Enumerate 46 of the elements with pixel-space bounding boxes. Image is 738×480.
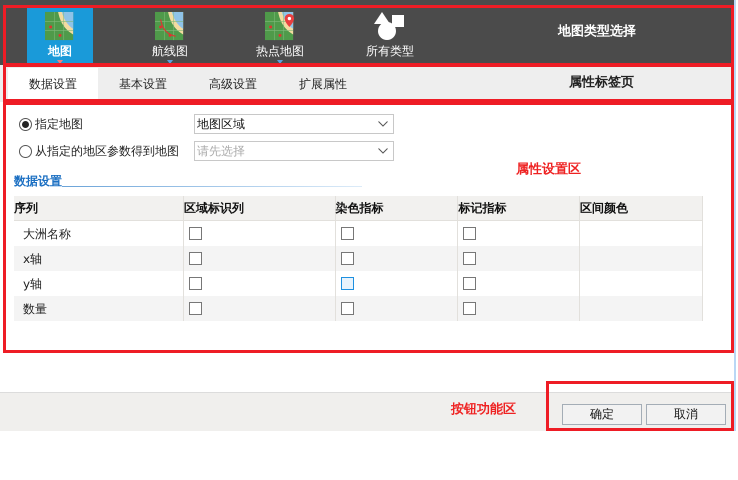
annotation-label: 地图类型选择 — [558, 23, 636, 41]
table-cell-text: y轴 — [23, 276, 42, 292]
table-cell-text: 数量 — [23, 300, 47, 318]
column-header: 区间颜色 — [579, 196, 702, 220]
radio-button[interactable] — [19, 118, 32, 130]
column-header: 染色指标 — [334, 196, 458, 220]
map-icon — [45, 11, 75, 41]
checkbox[interactable] — [340, 252, 354, 265]
annotation-label: 属性标签页 — [569, 74, 634, 92]
shapes-icon — [373, 11, 407, 41]
column-header: 区域标识列 — [182, 196, 335, 220]
annotation-label: 按钮功能区 — [451, 401, 516, 419]
chevron-down-icon — [378, 121, 388, 127]
chevron-down-icon — [378, 148, 388, 154]
checkbox[interactable] — [463, 302, 476, 315]
column-header: 序列 — [14, 200, 39, 217]
table-cell-text: 大洲名称 — [23, 226, 71, 242]
checkbox[interactable] — [463, 227, 476, 240]
tab[interactable]: 基本设置 — [98, 68, 188, 100]
checkbox[interactable] — [463, 252, 476, 265]
map-pin-icon — [265, 11, 295, 41]
checkbox[interactable] — [463, 277, 476, 290]
checkbox[interactable] — [188, 302, 202, 315]
checkbox[interactable] — [340, 302, 354, 315]
tab[interactable]: 高级设置 — [188, 68, 278, 100]
table-cell-text: x轴 — [23, 250, 42, 268]
checkbox[interactable] — [188, 277, 202, 290]
radio-button[interactable] — [19, 144, 32, 158]
checkbox[interactable] — [188, 227, 202, 240]
tab[interactable]: 扩展属性 — [278, 68, 368, 100]
checkbox[interactable] — [188, 252, 202, 265]
checkbox[interactable] — [340, 227, 354, 240]
option-label: 从指定的地区参数得到地图 — [35, 143, 179, 160]
column-header: 标记指标 — [457, 196, 580, 220]
section-title: 数据设置 — [14, 174, 62, 188]
annotation-label: 属性设置区 — [516, 161, 581, 179]
route-map-icon — [155, 11, 185, 41]
tab[interactable]: 数据设置 — [8, 68, 98, 100]
map-type-button[interactable]: 航线图 — [137, 8, 203, 65]
checkbox[interactable] — [340, 277, 354, 290]
dropdown-field[interactable]: 地图区域 — [194, 114, 394, 134]
option-label: 指定地图 — [35, 116, 83, 133]
dialog-button[interactable]: 取消 — [646, 404, 726, 424]
map-type-button[interactable]: 所有类型 — [357, 8, 423, 65]
map-type-button[interactable]: 热点地图 — [247, 8, 313, 65]
dialog-button[interactable]: 确定 — [562, 404, 642, 424]
